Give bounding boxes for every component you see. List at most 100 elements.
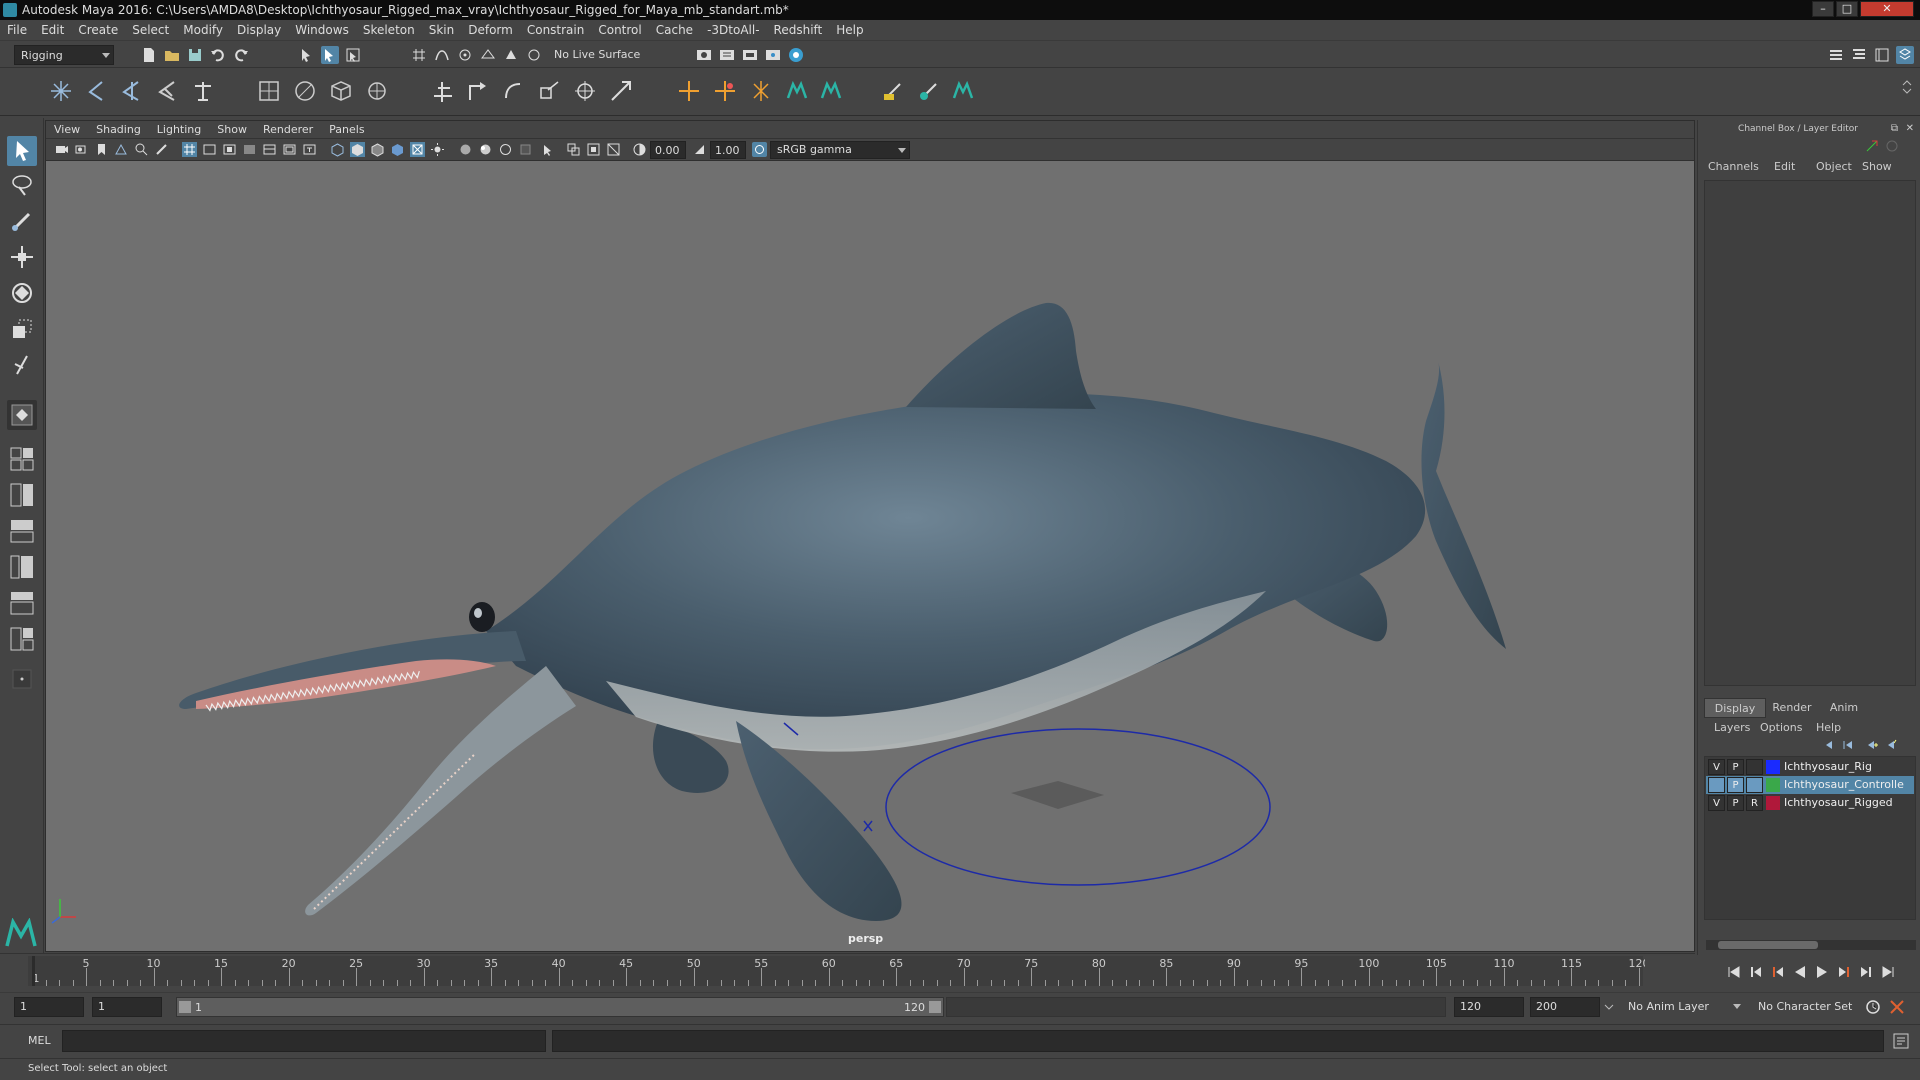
layer-reference-toggle[interactable] xyxy=(1746,777,1763,793)
layer-help-menu[interactable]: Help xyxy=(1816,721,1841,734)
hypershade-layout-icon[interactable] xyxy=(7,624,37,654)
locator-star-icon[interactable] xyxy=(748,78,774,104)
menu-skeleton[interactable]: Skeleton xyxy=(356,20,422,41)
go-to-end-icon[interactable] xyxy=(1879,963,1897,981)
render-current-frame-icon[interactable] xyxy=(695,46,713,64)
toolbox-more-icon[interactable] xyxy=(7,664,37,694)
controller-circle[interactable] xyxy=(885,728,1271,886)
layer-scrollbar-thumb[interactable] xyxy=(1718,941,1818,949)
grid-toggle-icon[interactable] xyxy=(182,142,197,157)
hypershade-icon[interactable] xyxy=(764,46,782,64)
menu-3dtoall[interactable]: -3DtoAll- xyxy=(700,20,766,41)
four-view-layout-icon[interactable] xyxy=(7,444,37,474)
paint-weights-icon[interactable] xyxy=(292,78,318,104)
modeling-toolkit-icon[interactable] xyxy=(1827,46,1845,64)
graph-editor-layout-icon[interactable] xyxy=(7,588,37,618)
parent-constraint-icon[interactable] xyxy=(430,78,456,104)
screen-space-ao-icon[interactable] xyxy=(458,142,473,157)
point-constraint-icon[interactable] xyxy=(464,78,490,104)
use-all-lights-icon[interactable] xyxy=(410,142,425,157)
snap-together-icon[interactable] xyxy=(525,46,543,64)
isolate-select-icon[interactable] xyxy=(540,142,555,157)
auto-key-icon[interactable] xyxy=(1864,998,1882,1016)
undo-icon[interactable] xyxy=(209,46,227,64)
attribute-editor-icon[interactable] xyxy=(1850,46,1868,64)
menu-help[interactable]: Help xyxy=(829,20,870,41)
menu-redshift[interactable]: Redshift xyxy=(767,20,830,41)
make-live-icon[interactable] xyxy=(502,46,520,64)
snap-to-view-plane-icon[interactable] xyxy=(479,46,497,64)
resolution-gate-icon[interactable] xyxy=(222,142,237,157)
2d-pan-zoom-icon[interactable] xyxy=(134,142,149,157)
step-forward-key-icon[interactable] xyxy=(1857,963,1875,981)
layer-playback-toggle[interactable]: P xyxy=(1727,795,1744,811)
ichthyosaur-tail-fin[interactable] xyxy=(1421,361,1506,649)
3dtoall-logo-icon[interactable] xyxy=(784,78,810,104)
layers-menu[interactable]: Layers xyxy=(1714,721,1750,734)
save-scene-icon[interactable] xyxy=(186,46,204,64)
menu-display[interactable]: Display xyxy=(230,20,288,41)
open-scene-icon[interactable] xyxy=(163,46,181,64)
create-joints-icon[interactable] xyxy=(48,78,74,104)
animation-preferences-icon[interactable] xyxy=(1888,998,1906,1016)
step-forward-frame-icon[interactable] xyxy=(1835,963,1853,981)
mirror-joint-icon[interactable] xyxy=(118,78,144,104)
character-set-dropdown[interactable]: No Character Set xyxy=(1752,997,1862,1017)
motion-blur-icon[interactable] xyxy=(478,142,493,157)
new-scene-icon[interactable] xyxy=(140,46,158,64)
film-gate-icon[interactable] xyxy=(202,142,217,157)
menu-control[interactable]: Control xyxy=(591,20,648,41)
exposure-icon[interactable] xyxy=(632,142,647,157)
select-by-object-icon[interactable] xyxy=(321,46,339,64)
render-settings-icon[interactable] xyxy=(741,46,759,64)
layer-options-menu[interactable]: Options xyxy=(1760,721,1802,734)
viewport-menu-view[interactable]: View xyxy=(46,121,88,139)
layer-reference-toggle[interactable]: R xyxy=(1746,795,1763,811)
select-camera-icon[interactable] xyxy=(54,142,69,157)
move-layer-up-icon[interactable] xyxy=(1822,738,1836,752)
select-tool-icon[interactable] xyxy=(7,136,37,166)
layer-playback-toggle[interactable]: P xyxy=(1727,759,1744,775)
menu-file[interactable]: File xyxy=(0,20,34,41)
range-slider-start-handle[interactable] xyxy=(179,1001,191,1013)
step-back-key-icon[interactable] xyxy=(1747,963,1765,981)
redo-icon[interactable] xyxy=(232,46,250,64)
live-surface-field[interactable]: No Live Surface xyxy=(548,45,652,65)
cluster-icon[interactable] xyxy=(364,78,390,104)
channels-menu[interactable]: Channels xyxy=(1708,160,1759,173)
safe-action-icon[interactable] xyxy=(282,142,297,157)
menu-set-dropdown[interactable]: Rigging xyxy=(14,45,114,65)
field-chart-icon[interactable] xyxy=(262,142,277,157)
play-backwards-icon[interactable] xyxy=(1791,963,1809,981)
shelf-scroll-icon[interactable] xyxy=(1898,78,1916,96)
time-slider[interactable]: 1 5 10 15 20 25 30 35 40 45 50 55 60 65 70 75 80 85 90 95 10… xyxy=(0,953,1714,988)
layer-row-ichthyosaur-rigged[interactable]: V P R Ichthyosaur_Rigged xyxy=(1706,794,1914,812)
tab-display[interactable]: Display xyxy=(1704,698,1766,718)
channel-list[interactable] xyxy=(1704,180,1916,686)
grease-pencil-icon[interactable] xyxy=(154,142,169,157)
layer-color-swatch[interactable] xyxy=(1766,778,1780,792)
bookmark-icon[interactable] xyxy=(94,142,109,157)
channel-box-options-icon[interactable] xyxy=(1864,138,1880,154)
orient-constraint-icon[interactable] xyxy=(500,78,526,104)
minimize-button[interactable]: – xyxy=(1812,1,1834,17)
persp-outliner-layout-icon[interactable] xyxy=(7,516,37,546)
snap-to-point-icon[interactable] xyxy=(456,46,474,64)
ichthyosaur-lower-jaw[interactable] xyxy=(305,666,576,916)
close-panel-icon[interactable]: ✕ xyxy=(1906,123,1914,134)
layer-scrollbar[interactable] xyxy=(1706,940,1916,950)
ik-handle-icon[interactable] xyxy=(190,78,216,104)
anti-aliasing-icon[interactable] xyxy=(498,142,513,157)
ichthyosaur-eye[interactable] xyxy=(469,602,495,632)
close-button[interactable]: ✕ xyxy=(1860,1,1914,17)
bind-skin-icon[interactable] xyxy=(256,78,282,104)
lattice-icon[interactable] xyxy=(328,78,354,104)
playback-end-field[interactable]: 120 xyxy=(1454,997,1524,1017)
safe-title-icon[interactable] xyxy=(302,142,317,157)
snap-to-grid-icon[interactable] xyxy=(410,46,428,64)
time-ruler[interactable]: 1 5 10 15 20 25 30 35 40 45 50 55 60 65 70 75 80 85 90 95 10… xyxy=(28,956,1650,986)
new-layer-selected-icon[interactable] xyxy=(1884,738,1898,752)
playback-start-field[interactable]: 1 xyxy=(92,997,162,1017)
layer-color-swatch[interactable] xyxy=(1766,760,1780,774)
orient-joint-icon[interactable] xyxy=(154,78,180,104)
